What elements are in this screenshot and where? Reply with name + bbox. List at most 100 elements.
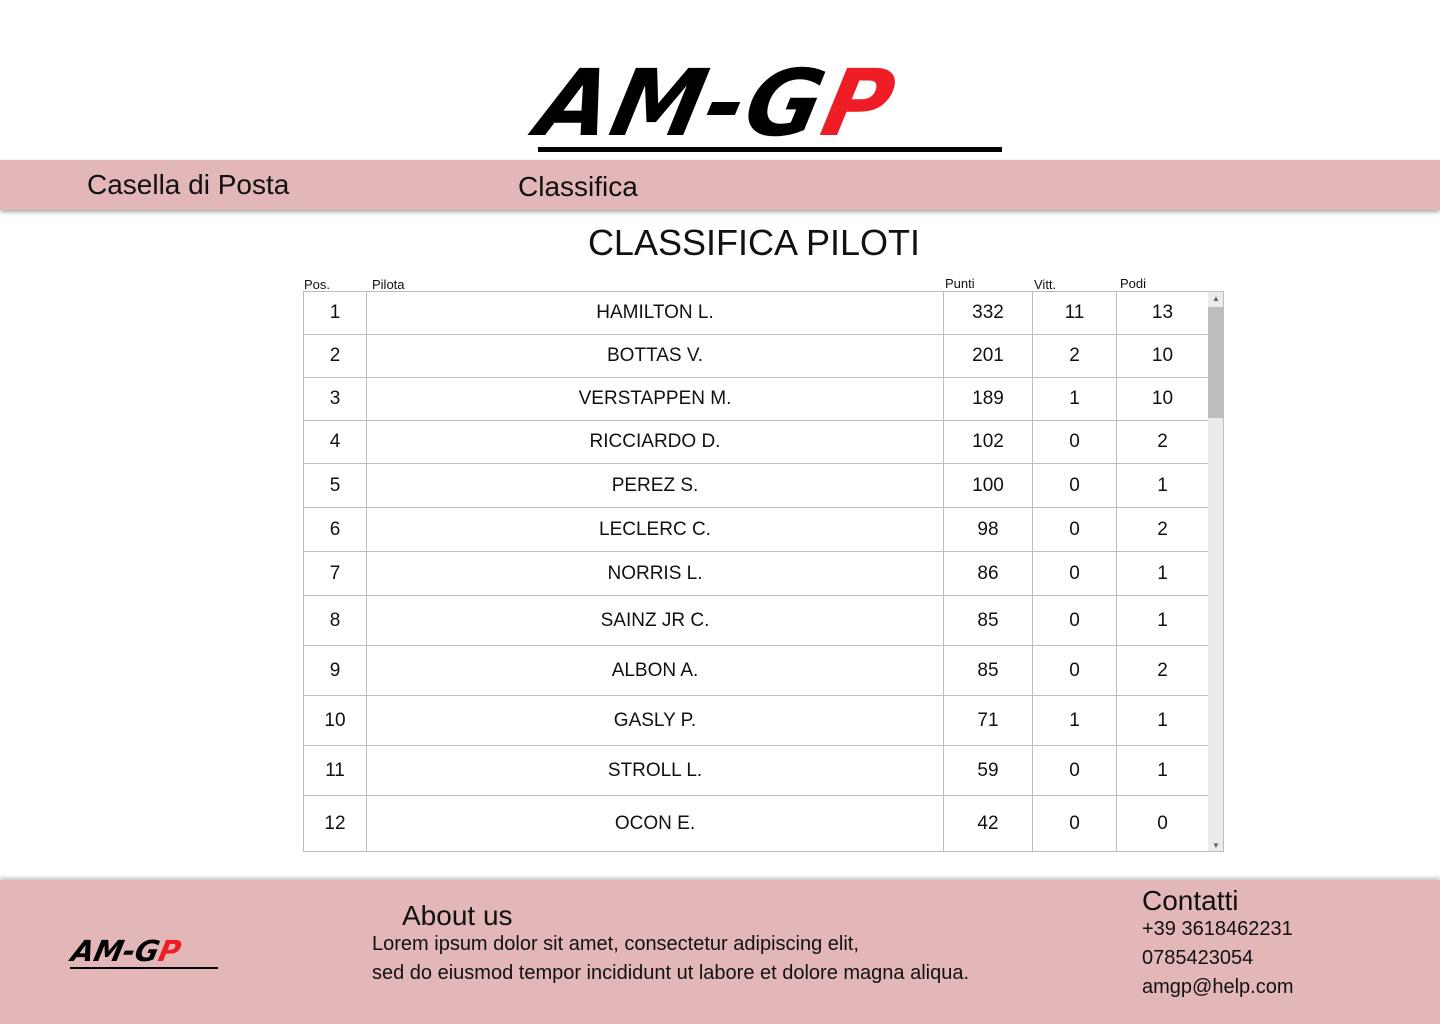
footer-logo-text-black: AM-G bbox=[68, 934, 163, 968]
standings-table[interactable]: 12 OCON E. 42 0 0 11 STROLL L. 59 0 1 10 GASLY P. 71… bbox=[303, 291, 1224, 852]
table-scrollbar[interactable]: ▲ ▼ bbox=[1208, 292, 1223, 851]
table-row[interactable]: 2 BOTTAS V. 201 2 10 bbox=[304, 335, 1208, 378]
table-row[interactable]: 6 LECLERC C. 98 0 2 bbox=[304, 508, 1208, 552]
contact-phone-2[interactable]: 0785423054 bbox=[1142, 947, 1253, 970]
table-row[interactable]: 8 SAINZ JR C. 85 0 1 bbox=[304, 596, 1208, 646]
cell-points: 100 bbox=[944, 464, 1033, 507]
table-row[interactable]: 3 VERSTAPPEN M. 189 1 10 bbox=[304, 378, 1208, 421]
cell-podiums: 1 bbox=[1157, 474, 1168, 496]
header-logo[interactable]: AM-GP bbox=[529, 50, 1004, 158]
cell-driver: GASLY P. bbox=[367, 696, 944, 745]
cell-podiums: 1 bbox=[1157, 759, 1168, 781]
contacts-title: Contatti bbox=[1142, 885, 1239, 916]
cell-wins: 0 bbox=[1033, 508, 1117, 551]
cell-wins: 1 bbox=[1033, 378, 1117, 420]
header-wins: Vitt. bbox=[1034, 277, 1057, 292]
cell-driver: OCON E. bbox=[367, 796, 944, 851]
cell-driver: SAINZ JR C. bbox=[367, 596, 944, 645]
cell-podiums: 1 bbox=[1157, 709, 1168, 731]
cell-pos: 10 bbox=[304, 696, 367, 745]
page-title: CLASSIFICA PILOTI bbox=[587, 222, 921, 263]
cell-points: 71 bbox=[944, 696, 1033, 745]
header-pos: Pos. bbox=[304, 277, 331, 292]
cell-points: 201 bbox=[944, 335, 1033, 377]
cell-podiums: 1 bbox=[1157, 609, 1168, 631]
table-row[interactable]: 10 GASLY P. 71 1 1 bbox=[304, 696, 1208, 746]
logo-underline bbox=[538, 147, 1002, 152]
header-points: Punti bbox=[945, 276, 975, 291]
cell-driver: VERSTAPPEN M. bbox=[367, 378, 944, 420]
table-row[interactable]: 5 PEREZ S. 100 0 1 bbox=[304, 464, 1208, 508]
cell-driver: ALBON A. bbox=[367, 646, 944, 695]
cell-podiums: 10 bbox=[1151, 345, 1174, 366]
table-row[interactable]: 4 RICCIARDO D. 102 0 2 bbox=[304, 421, 1208, 464]
cell-driver: RICCIARDO D. bbox=[367, 421, 944, 463]
cell-pos: 11 bbox=[304, 746, 367, 795]
scroll-down-arrow-icon[interactable]: ▼ bbox=[1208, 839, 1223, 851]
cell-points: 98 bbox=[944, 508, 1033, 551]
cell-driver: PEREZ S. bbox=[367, 464, 944, 507]
cell-podiums: 0 bbox=[1157, 813, 1168, 834]
cell-pos: 4 bbox=[304, 421, 367, 463]
logo-wordmark: AM-GP bbox=[529, 50, 906, 157]
cell-wins: 0 bbox=[1033, 552, 1117, 595]
cell-points: 86 bbox=[944, 552, 1033, 595]
nav-item-mailbox[interactable]: Casella di Posta bbox=[87, 169, 289, 201]
about-text-line-1: Lorem ipsum dolor sit amet, consectetur … bbox=[372, 933, 859, 955]
cell-points: 332 bbox=[944, 292, 1033, 334]
cell-pos: 3 bbox=[304, 378, 367, 420]
cell-points: 189 bbox=[944, 378, 1033, 420]
cell-points: 85 bbox=[944, 646, 1033, 695]
cell-podiums: 1 bbox=[1157, 562, 1168, 584]
cell-points: 102 bbox=[944, 421, 1033, 463]
cell-wins: 11 bbox=[1033, 292, 1117, 334]
cell-wins: 0 bbox=[1033, 596, 1117, 645]
nav-item-standings[interactable]: Classifica bbox=[518, 171, 638, 203]
about-title: About us bbox=[402, 900, 513, 931]
cell-pos: 9 bbox=[304, 646, 367, 695]
cell-points: 59 bbox=[944, 746, 1033, 795]
footer-logo[interactable]: AM-GP bbox=[68, 934, 220, 971]
cell-wins: 0 bbox=[1033, 646, 1117, 695]
contact-phone-1[interactable]: +39 3618462231 bbox=[1142, 918, 1293, 941]
cell-podiums: 10 bbox=[1151, 388, 1174, 409]
cell-pos: 1 bbox=[304, 292, 367, 334]
cell-driver: HAMILTON L. bbox=[367, 292, 944, 334]
cell-pos: 12 bbox=[304, 796, 367, 851]
header-driver: Pilota bbox=[372, 277, 405, 292]
scroll-up-arrow-icon[interactable]: ▲ bbox=[1208, 292, 1223, 304]
cell-pos: 7 bbox=[304, 552, 367, 595]
nav-bar: Casella di Posta Classifica bbox=[0, 160, 1440, 210]
cell-pos: 8 bbox=[304, 596, 367, 645]
table-row[interactable]: 11 STROLL L. 59 0 1 bbox=[304, 746, 1208, 796]
cell-driver: NORRIS L. bbox=[367, 552, 944, 595]
cell-wins: 0 bbox=[1033, 421, 1117, 463]
cell-wins: 0 bbox=[1033, 464, 1117, 507]
table-row[interactable]: 7 NORRIS L. 86 0 1 bbox=[304, 552, 1208, 596]
about-text-line-2: sed do eiusmod tempor incididunt ut labo… bbox=[372, 962, 970, 984]
cell-wins: 2 bbox=[1033, 335, 1117, 377]
table-row[interactable]: 1 HAMILTON L. 332 11 13 bbox=[304, 292, 1208, 335]
footer: AM-GP About us Lorem ipsum dolor sit ame… bbox=[0, 880, 1440, 1024]
cell-driver: LECLERC C. bbox=[367, 508, 944, 551]
table-row[interactable]: 12 OCON E. 42 0 0 bbox=[304, 796, 1208, 851]
contact-email[interactable]: amgp@help.com bbox=[1142, 976, 1293, 999]
scroll-thumb[interactable] bbox=[1208, 307, 1223, 418]
cell-pos: 5 bbox=[304, 464, 367, 507]
cell-wins: 1 bbox=[1033, 696, 1117, 745]
cell-points: 42 bbox=[944, 796, 1033, 851]
cell-podiums: 2 bbox=[1157, 431, 1168, 452]
cell-podiums: 2 bbox=[1157, 659, 1168, 681]
table-row[interactable]: 9 ALBON A. 85 0 2 bbox=[304, 646, 1208, 696]
cell-driver: STROLL L. bbox=[367, 746, 944, 795]
footer-logo-wordmark: AM-GP bbox=[68, 934, 184, 968]
cell-podiums: 2 bbox=[1157, 518, 1168, 540]
footer-logo-underline bbox=[70, 967, 218, 969]
header-podiums: Podi bbox=[1120, 276, 1147, 291]
logo-text-black: AM-G bbox=[528, 50, 836, 157]
cell-wins: 0 bbox=[1033, 796, 1117, 851]
cell-driver: BOTTAS V. bbox=[367, 335, 944, 377]
cell-points: 85 bbox=[944, 596, 1033, 645]
cell-podiums: 13 bbox=[1151, 302, 1174, 323]
cell-wins: 0 bbox=[1033, 746, 1117, 795]
